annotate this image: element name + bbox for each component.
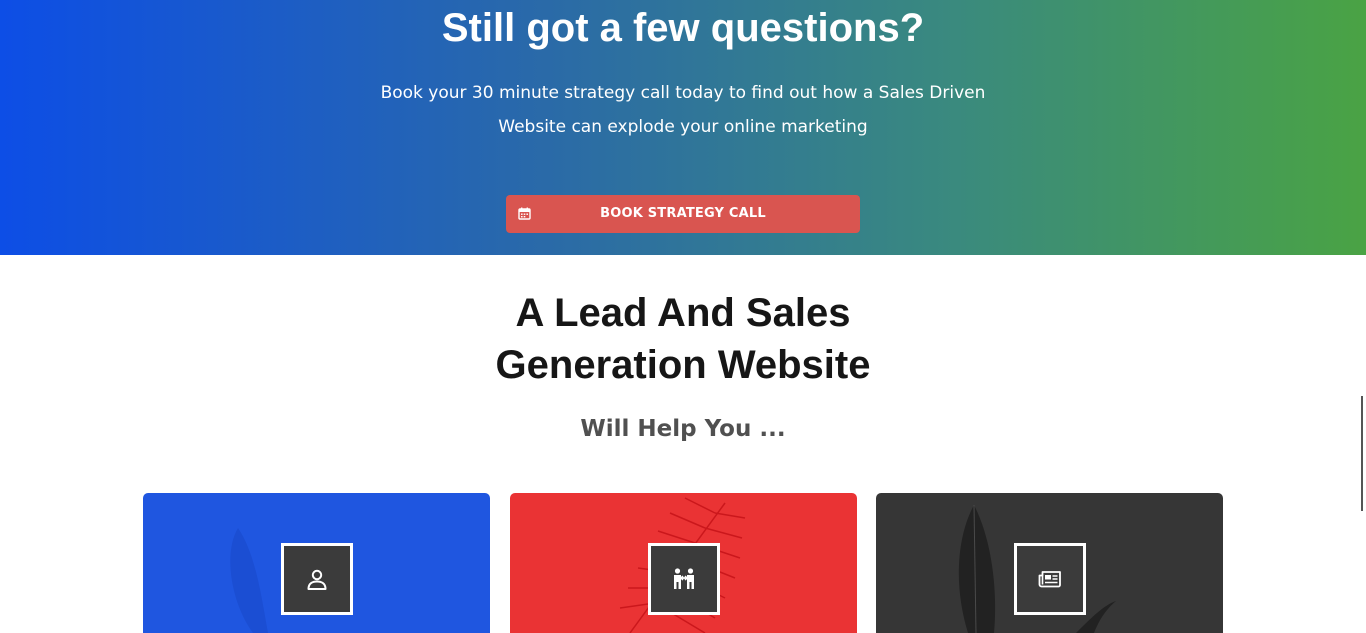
feature-icon-box <box>281 543 353 615</box>
handshake-people-icon <box>674 568 694 589</box>
feature-card-sales <box>510 493 857 633</box>
feature-card-leads <box>143 493 490 633</box>
book-strategy-call-label: BOOK STRATEGY CALL <box>600 206 766 221</box>
banner-title: Still got a few questions? <box>441 6 925 50</box>
section-heading-line-2: Generation Website <box>495 343 871 387</box>
section-heading-line-1: A Lead And Sales <box>515 291 851 335</box>
feature-card-content <box>876 493 1223 633</box>
book-strategy-call-button[interactable]: BOOK STRATEGY CALL <box>506 195 860 233</box>
banner-subtitle-line-2: Website can explode your online marketin… <box>498 117 868 137</box>
feature-icon-box <box>1014 543 1086 615</box>
section-heading: A Lead And Sales Generation Website <box>0 287 1366 391</box>
feature-icon-box <box>648 543 720 615</box>
banner-subtitle: Book your 30 minute strategy call today … <box>370 76 996 144</box>
user-icon <box>307 569 327 590</box>
scrollbar-thumb[interactable] <box>1361 396 1363 511</box>
banner-subtitle-line-1: Book your 30 minute strategy call today … <box>380 83 986 103</box>
section-subheading: Will Help You ... <box>580 416 786 442</box>
cta-banner: Still got a few questions? Book your 30 … <box>0 0 1366 255</box>
newspaper-icon <box>1038 571 1061 588</box>
